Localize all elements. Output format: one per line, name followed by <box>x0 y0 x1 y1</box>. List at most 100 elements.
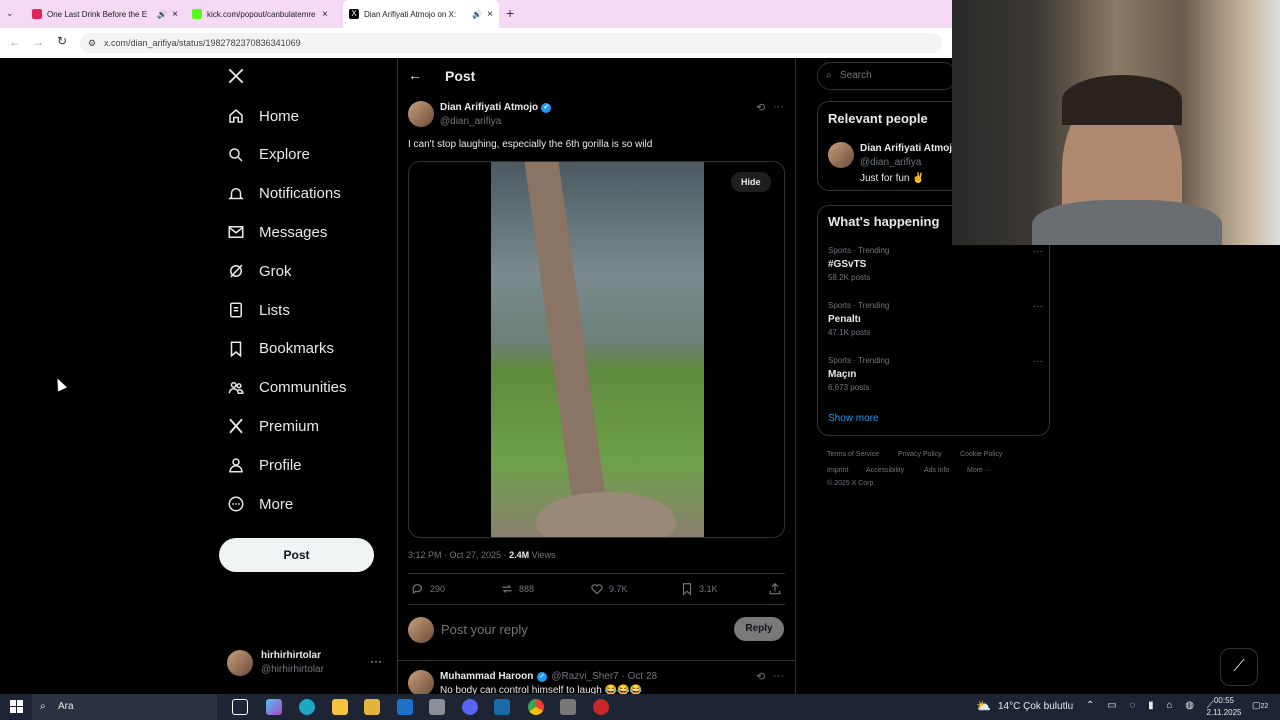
search-input[interactable]: ⌕ Search <box>817 62 957 90</box>
weather-text[interactable]: 14°C Çok bulutlu <box>998 701 1073 712</box>
trend-more-icon[interactable]: ··· <box>1033 356 1043 367</box>
taskbar-search[interactable]: ⌕ Ara <box>32 694 217 720</box>
grok-fab[interactable]: ⟋ <box>1220 648 1258 686</box>
relevant-avatar[interactable] <box>828 142 854 168</box>
tray-icons[interactable]: ⌃ ▭ ◌ ▮ ⌂ ◍ ⟋ <box>1086 700 1219 711</box>
trend-more-icon[interactable]: ··· <box>1033 301 1043 312</box>
footer-ads[interactable]: Ads info <box>924 467 949 474</box>
nav-label: Home <box>259 107 300 125</box>
nav-item-premium[interactable]: Premium <box>227 411 319 441</box>
reply-header: Muhammad Haroon ✓ @Razvi_Sher7 · Oct 28 <box>440 671 658 682</box>
clock-date[interactable]: 2.11.2025 <box>1204 708 1244 717</box>
nav-item-explore[interactable]: Explore <box>227 140 310 170</box>
nav-label: Communities <box>259 379 347 397</box>
audio-icon[interactable]: 🔊 <box>157 10 167 19</box>
nav-label: Lists <box>259 301 290 319</box>
nav-item-grok[interactable]: Grok <box>227 256 292 286</box>
new-tab-icon[interactable]: + <box>506 5 514 21</box>
post-video[interactable]: Hide <box>408 161 785 538</box>
url-field[interactable]: ⚙ x.com/dian_arifiya/status/198278237083… <box>80 33 942 53</box>
like-action[interactable]: 9.7K <box>590 582 628 596</box>
outlook-icon[interactable] <box>397 699 413 715</box>
nav-item-communities[interactable]: Communities <box>227 373 347 403</box>
account-name: hirhirhirtolar <box>261 650 322 661</box>
app2-icon[interactable] <box>560 699 576 715</box>
trend-item[interactable]: Sports · Trending Penaltı 47.1K posts ··· <box>828 301 1043 346</box>
start-button-icon[interactable] <box>10 700 23 713</box>
steam-icon[interactable] <box>494 699 510 715</box>
notification-icon[interactable]: ▢22 <box>1252 700 1268 711</box>
nav-item-lists[interactable]: Lists <box>227 295 290 325</box>
footer-cookie[interactable]: Cookie Policy <box>960 451 1002 458</box>
relevant-title: Relevant people <box>828 111 928 126</box>
footer-terms[interactable]: Terms of Service <box>827 451 879 458</box>
clock-time[interactable]: 00:55 <box>1210 696 1238 705</box>
reply-input[interactable]: Post your reply <box>441 622 721 637</box>
author-handle[interactable]: @dian_arifiya <box>440 116 501 127</box>
footer-accessibility[interactable]: Accessibility <box>866 467 904 474</box>
footer-privacy[interactable]: Privacy Policy <box>898 451 942 458</box>
account-switcher[interactable]: hirhirhirtolar @hirhirhirtolar ··· <box>227 648 387 680</box>
tab-close-icon[interactable]: × <box>322 9 328 20</box>
audio-icon[interactable]: 🔊 <box>472 10 482 19</box>
reply-more-icon[interactable]: ··· <box>773 670 784 682</box>
discord-icon[interactable] <box>462 699 478 715</box>
author-avatar[interactable] <box>408 101 434 127</box>
author-name[interactable]: Dian Arifiyati Atmojo ✓ <box>440 102 552 113</box>
repost-action[interactable]: 888 <box>500 582 534 596</box>
site-info-icon[interactable]: ⚙ <box>88 33 96 53</box>
copilot-icon[interactable] <box>266 699 282 715</box>
bookmark-action[interactable]: 3.1K <box>680 582 718 596</box>
trend-more-icon[interactable]: ··· <box>1033 246 1043 257</box>
trend-item[interactable]: Sports · Trending #GSvTS 58.2K posts ··· <box>828 246 1043 291</box>
weather-icon[interactable]: ⛅ <box>976 699 991 713</box>
reply-avatar[interactable] <box>408 670 434 696</box>
chrome-icon[interactable] <box>528 699 544 715</box>
trend-item[interactable]: Sports · Trending Maçın 6,673 posts ··· <box>828 356 1043 401</box>
avatar <box>227 650 253 676</box>
more-dots-icon[interactable]: ··· <box>370 654 382 668</box>
task-view-icon[interactable] <box>232 699 248 715</box>
nav-item-more[interactable]: More <box>227 489 293 519</box>
app-icon[interactable] <box>429 699 445 715</box>
edge-icon[interactable] <box>299 699 315 715</box>
reload-icon[interactable]: ↻ <box>57 34 67 48</box>
reply-button[interactable]: Reply <box>734 617 784 641</box>
bell-icon <box>228 187 244 199</box>
x-logo-icon[interactable] <box>227 66 245 86</box>
tab-list-chevron-icon[interactable]: ⌄ <box>6 8 14 19</box>
nav-item-notifications[interactable]: Notifications <box>227 179 341 209</box>
nav-item-profile[interactable]: Profile <box>227 450 302 480</box>
grok-explain-icon[interactable]: ⟲ <box>756 101 765 114</box>
tab-close-icon[interactable]: × <box>172 9 178 20</box>
forward-icon[interactable]: → <box>32 35 44 49</box>
footer-more[interactable]: More ··· <box>967 467 992 474</box>
trend-name: #GSvTS <box>828 259 867 270</box>
search-icon <box>229 148 243 162</box>
post-button[interactable]: Post <box>219 538 374 572</box>
reply-grok-icon[interactable]: ⟲ <box>756 670 765 683</box>
show-more-link[interactable]: Show more <box>828 413 879 424</box>
post-text: I can't stop laughing, especially the 6t… <box>408 139 653 150</box>
tab-close-icon[interactable]: × <box>487 9 493 20</box>
nav-item-messages[interactable]: Messages <box>227 217 327 247</box>
nav-item-home[interactable]: Home <box>227 101 299 131</box>
tab-kick[interactable]: kick.com/popout/canbulatemre × <box>186 3 342 25</box>
hide-button[interactable]: Hide <box>731 172 771 192</box>
app3-icon[interactable] <box>593 699 609 715</box>
back-icon[interactable]: ← <box>9 35 21 49</box>
share-action[interactable] <box>768 582 782 596</box>
relevant-people-card: Relevant people Dian Arifiyati Atmoj @di… <box>817 101 957 191</box>
trend-posts: 47.1K posts <box>828 328 871 337</box>
tab-youtube[interactable]: One Last Drink Before the E 🔊 × <box>26 3 184 25</box>
relevant-name[interactable]: Dian Arifiyati Atmoj <box>860 143 952 154</box>
reply-action[interactable]: 290 <box>411 582 445 596</box>
post-more-icon[interactable]: ··· <box>773 101 784 113</box>
store-icon[interactable] <box>364 699 380 715</box>
footer-imprint[interactable]: Imprint <box>827 467 848 474</box>
file-explorer-icon[interactable] <box>332 699 348 715</box>
nav-item-bookmarks[interactable]: Bookmarks <box>227 334 334 364</box>
tab-x-post[interactable]: X Dian Arifiyati Atmojo on X: 🔊 × <box>343 0 499 28</box>
back-arrow-icon[interactable]: ← <box>408 67 422 83</box>
relevant-handle[interactable]: @dian_arifiya <box>860 157 921 168</box>
